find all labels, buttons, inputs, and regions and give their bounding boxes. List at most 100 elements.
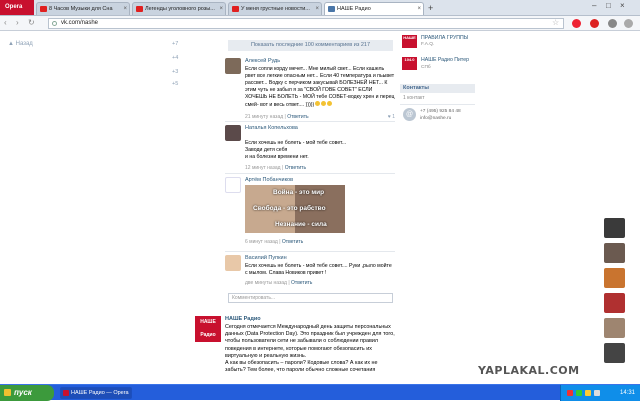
comment-item: Василий Пупкин Если хочешь не болеть - м… (225, 255, 395, 291)
close-icon[interactable]: × (123, 3, 127, 15)
comment-time: 6 минут назад (245, 239, 278, 245)
comment-input[interactable]: Комментировать... (228, 293, 393, 303)
comment-author[interactable]: Артём Побанчиков (245, 177, 293, 183)
tray-icon[interactable] (576, 390, 582, 396)
tab-news[interactable]: У меня грустные новости... × (228, 2, 322, 15)
close-icon[interactable]: × (315, 3, 319, 15)
comment-text: Если хочешь не болеть - мой тебе совет..… (245, 263, 392, 277)
reply-link[interactable]: Ответить (287, 114, 308, 120)
comment-author[interactable]: Наталья Копельхова (245, 125, 298, 131)
url-input[interactable]: vk.com/nashe (48, 18, 564, 29)
comment-author[interactable]: Василий Пупкин (245, 255, 287, 261)
avatar[interactable] (225, 255, 241, 271)
lock-icon (52, 21, 57, 26)
mini-counter[interactable]: +5 (172, 81, 178, 87)
post-author[interactable]: НАШЕ Радио (225, 316, 261, 322)
clock[interactable]: 14:31 (620, 385, 635, 401)
opera-menu-button[interactable]: Opera (0, 0, 34, 15)
chat-avatar[interactable] (604, 243, 625, 263)
start-button[interactable]: пуск (0, 385, 54, 401)
avatar[interactable] (225, 58, 241, 74)
comment-meta: две минуты назад | Ответить (245, 280, 313, 286)
youtube-icon (232, 6, 239, 12)
mini-counter[interactable]: +4 (172, 55, 178, 61)
chat-avatar[interactable] (604, 318, 625, 338)
divider (225, 173, 395, 174)
smile-icon (321, 101, 327, 107)
divider (400, 104, 475, 105)
like-count: 1 (392, 114, 395, 120)
avatar[interactable] (225, 177, 241, 193)
back-link[interactable]: ▲ Назад (8, 41, 33, 47)
tray-icon[interactable] (567, 390, 573, 396)
comment-meta: 6 минут назад | Ответить (245, 239, 304, 245)
reload-icon[interactable]: ↻ (28, 18, 35, 27)
reply-link[interactable]: Ответить (291, 280, 312, 286)
chat-avatar[interactable] (604, 218, 625, 238)
tab-label: Легенды уголовного розы... (145, 6, 215, 12)
contact-email[interactable]: info@nashe.ru (420, 116, 451, 121)
like-button[interactable]: ♥ 1 (388, 114, 395, 120)
tab-music[interactable]: 8 Часов Музыки для Сна × (36, 2, 130, 15)
page-content: ▲ Назад +7 +4 +3 +5 Показать последние 1… (0, 31, 640, 384)
divider (225, 121, 395, 122)
tab-label: У меня грустные новости... (241, 6, 310, 12)
volume-icon[interactable] (594, 390, 600, 396)
smile-icon (315, 101, 321, 107)
close-icon[interactable]: × (417, 3, 421, 15)
taskbar-item-opera[interactable]: НАШЕ Радио — Opera (60, 387, 132, 399)
tab-legends[interactable]: Легенды уголовного розы... × (132, 2, 226, 15)
chat-avatar[interactable] (604, 343, 625, 363)
image-caption: Незнание - сила (275, 221, 327, 228)
download-icon[interactable] (608, 19, 617, 28)
group-link[interactable]: НАШЕ ПРАВИЛА ГРУППЫ F.A.Q. (402, 35, 475, 55)
browser-tab-bar: Opera 8 Часов Музыки для Сна × Легенды у… (0, 0, 640, 16)
adblock-icon[interactable] (590, 19, 599, 28)
youtube-icon (40, 6, 47, 12)
new-tab-button[interactable]: + (428, 2, 433, 14)
avatar[interactable] (225, 125, 241, 141)
back-arrow-icon[interactable]: ‹ (4, 18, 7, 27)
address-bar-row: ‹ › ↻ vk.com/nashe ☆ (0, 16, 640, 31)
divider (225, 251, 395, 252)
mini-counter[interactable]: +7 (172, 41, 178, 47)
contacts-header[interactable]: Контакты (400, 84, 475, 93)
close-icon[interactable]: × (219, 3, 223, 15)
chat-avatar[interactable] (604, 293, 625, 313)
back-label: Назад (15, 41, 33, 47)
reply-link[interactable]: Ответить (282, 239, 303, 245)
group-link[interactable]: 104.0 НАШЕ Радио Питер СПб (402, 57, 475, 81)
comment-item: Наталья Копельхова Если хочешь не болеть… (225, 125, 395, 171)
comment-image[interactable]: Война - это мир Свобода - это рабство Не… (245, 185, 345, 233)
comment-time: 12 минут назад (245, 165, 281, 171)
comment-time: две минуты назад (245, 280, 287, 286)
vk-icon (328, 6, 335, 12)
watermark: YAPLAKAL.COM (478, 364, 580, 377)
taskbar: пуск НАШЕ Радио — Opera 14:31 (0, 384, 640, 401)
post-text: Сегодня отмечается Международный день за… (225, 324, 395, 374)
tab-nashe-radio[interactable]: НАШЕ Радио × (324, 2, 424, 15)
windows-flag-icon (4, 389, 11, 396)
comment-text: Если сопли корду мечет... Мне милый свет… (245, 66, 395, 110)
show-more-comments-button[interactable]: Показать последние 100 комментариев из 2… (228, 40, 393, 51)
post-logo[interactable]: НАШЕ Радио (195, 316, 221, 342)
start-label: пуск (14, 388, 32, 397)
right-column: НАШЕ ПРАВИЛА ГРУППЫ F.A.Q. 104.0 НАШЕ Ра… (400, 31, 475, 384)
group-sub: F.A.Q. (421, 42, 435, 47)
comment-item: Артём Побанчиков Война - это мир Свобода… (225, 177, 395, 249)
contact-phone: +7 (495) 925 84 48 (420, 109, 461, 114)
reply-link[interactable]: Ответить (285, 165, 306, 171)
mini-counter[interactable]: +3 (172, 69, 178, 75)
forward-arrow-icon[interactable]: › (16, 18, 19, 27)
maximize-icon[interactable]: □ (606, 1, 611, 10)
tray-icon[interactable] (585, 390, 591, 396)
opera-extension-icon[interactable] (572, 19, 581, 28)
bookmark-star-icon[interactable]: ☆ (552, 18, 559, 27)
menu-icon[interactable] (624, 19, 633, 28)
group-name: ПРАВИЛА ГРУППЫ (421, 35, 469, 41)
comment-author[interactable]: Алексей Рудь (245, 58, 280, 64)
chat-avatar[interactable] (604, 268, 625, 288)
comment-meta: 12 минут назад | Ответить (245, 165, 307, 171)
close-window-icon[interactable]: × (620, 1, 625, 10)
minimize-icon[interactable]: – (592, 1, 596, 10)
